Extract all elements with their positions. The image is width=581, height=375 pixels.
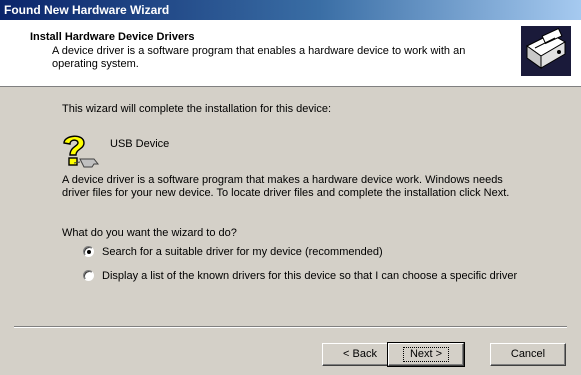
footer-divider	[14, 326, 567, 328]
description-text: A device driver is a software program th…	[62, 174, 510, 199]
search-driver-radio[interactable]	[83, 246, 94, 257]
intro-text: This wizard will complete the installati…	[62, 103, 332, 115]
radio-selected-dot	[87, 250, 91, 254]
unknown-device-question-icon	[58, 133, 100, 169]
cancel-button[interactable]: Cancel	[490, 343, 566, 366]
device-name: USB Device	[110, 138, 170, 150]
display-list-radio[interactable]	[83, 270, 94, 281]
next-button-label: Next >	[402, 347, 450, 362]
back-button[interactable]: < Back	[322, 343, 398, 366]
next-button[interactable]: Next >	[387, 342, 465, 367]
wizard-window: Found New Hardware Wizard Install Hardwa…	[0, 0, 581, 375]
search-driver-label[interactable]: Search for a suitable driver for my devi…	[102, 246, 383, 259]
header-subtitle: A device driver is a software program th…	[52, 45, 466, 70]
header-title: Install Hardware Device Drivers	[30, 31, 195, 43]
hardware-wizard-icon	[521, 26, 571, 76]
wizard-header: Install Hardware Device Drivers A device…	[0, 20, 581, 87]
question-text: What do you want the wizard to do?	[62, 227, 237, 239]
display-list-label[interactable]: Display a list of the known drivers for …	[102, 270, 542, 283]
window-title: Found New Hardware Wizard	[0, 0, 581, 20]
